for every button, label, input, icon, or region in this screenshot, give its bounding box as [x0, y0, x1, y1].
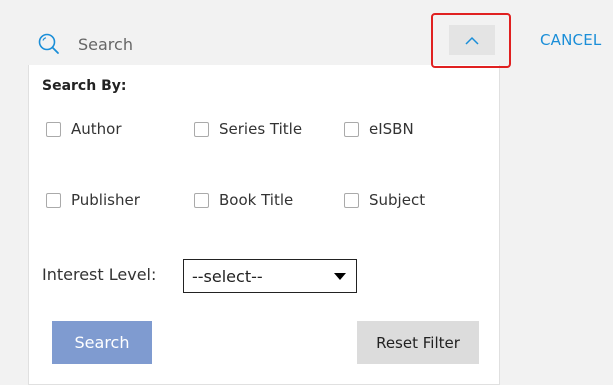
- checkbox-publisher[interactable]: Publisher: [46, 191, 140, 209]
- interest-level-label: Interest Level:: [42, 265, 157, 284]
- search-input[interactable]: [76, 31, 330, 57]
- search-by-heading: Search By:: [42, 78, 127, 94]
- checkbox-label: Subject: [369, 191, 426, 209]
- checkbox-book-title[interactable]: Book Title: [194, 191, 293, 209]
- checkbox[interactable]: [194, 192, 209, 208]
- checkbox[interactable]: [46, 192, 61, 208]
- checkbox-label: eISBN: [369, 120, 414, 138]
- cancel-link[interactable]: CANCEL: [540, 31, 601, 49]
- checkbox-author[interactable]: Author: [46, 120, 122, 138]
- chevron-up-icon: [464, 31, 480, 50]
- checkbox-subject[interactable]: Subject: [344, 191, 425, 209]
- interest-level-value: --select--: [192, 266, 263, 286]
- search-button[interactable]: Search: [52, 321, 152, 364]
- checkbox-label: Series Title: [219, 120, 303, 138]
- checkbox-label: Book Title: [219, 191, 294, 209]
- reset-filter-button[interactable]: Reset Filter: [357, 321, 479, 364]
- checkbox-eisbn[interactable]: eISBN: [344, 120, 414, 138]
- checkbox-label: Publisher: [71, 191, 140, 209]
- checkbox-series-title[interactable]: Series Title: [194, 120, 302, 138]
- checkbox-label: Author: [71, 120, 122, 138]
- checkbox[interactable]: [344, 121, 359, 137]
- search-bar: [28, 22, 500, 65]
- interest-level-select[interactable]: --select--: [183, 259, 357, 293]
- checkbox[interactable]: [46, 121, 61, 137]
- checkbox[interactable]: [344, 192, 359, 208]
- checkbox[interactable]: [194, 121, 209, 137]
- search-icon: [37, 32, 61, 56]
- caret-down-icon: [334, 273, 346, 280]
- collapse-filter-button[interactable]: [449, 25, 495, 55]
